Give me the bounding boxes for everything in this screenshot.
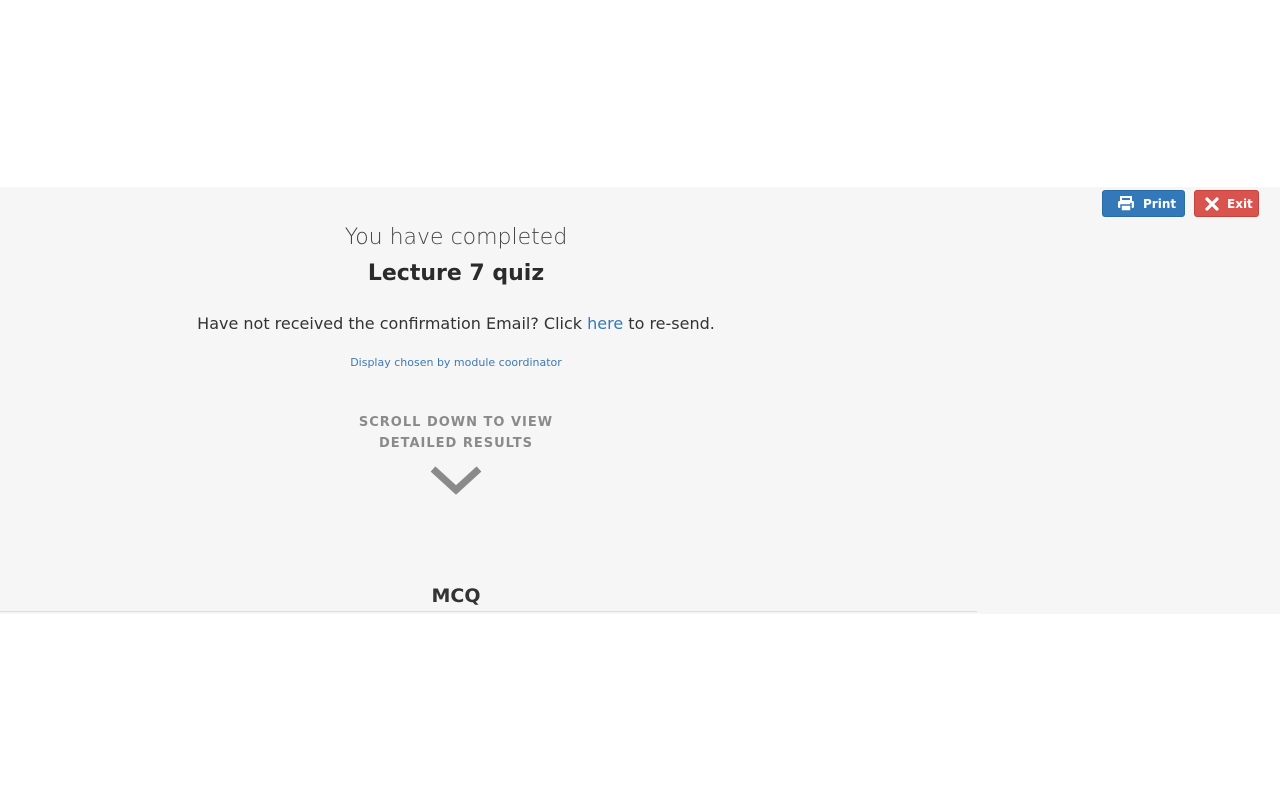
exit-button[interactable]: Exit xyxy=(1194,190,1259,217)
resend-email-suffix: to re-send. xyxy=(623,314,715,333)
exit-label: Exit xyxy=(1227,196,1253,211)
print-button[interactable]: Print xyxy=(1102,190,1185,217)
scroll-hint: SCROLL DOWN TO VIEW DETAILED RESULTS xyxy=(0,412,912,454)
resend-email-prefix: Have not received the confirmation Email… xyxy=(197,314,588,333)
printer-icon xyxy=(1117,195,1135,212)
display-note: Display chosen by module coordinator xyxy=(350,356,562,369)
toolbar: Print Exit xyxy=(1102,190,1259,217)
print-label: Print xyxy=(1143,196,1177,211)
chevron-down-icon[interactable] xyxy=(430,465,482,497)
scroll-hint-line1: SCROLL DOWN TO VIEW xyxy=(358,415,554,430)
divider xyxy=(0,611,977,612)
quiz-title: Lecture 7 quiz xyxy=(367,261,545,286)
resend-email-link[interactable]: here xyxy=(587,314,623,333)
resend-email-message: Have not received the confirmation Email… xyxy=(0,314,912,333)
section-heading-mcq: MCQ xyxy=(431,585,481,607)
results-panel: Print Exit You have completed Lecture 7 … xyxy=(0,187,1280,614)
completed-heading: You have completed xyxy=(344,225,568,250)
scroll-hint-line2: DETAILED RESULTS xyxy=(378,436,534,451)
close-icon xyxy=(1205,196,1219,211)
